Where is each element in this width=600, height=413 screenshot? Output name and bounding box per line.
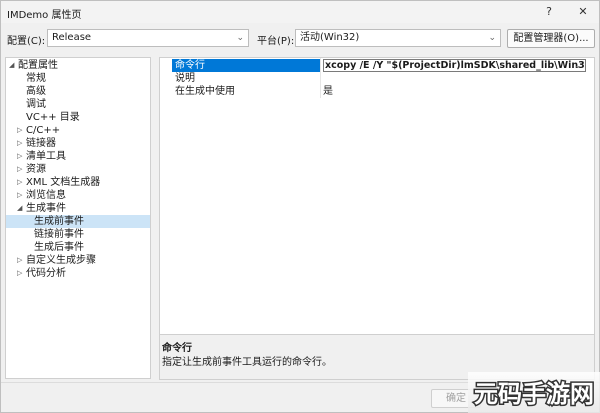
tree-item-resources[interactable]: ▷ 资源 (6, 163, 150, 176)
tree-item-build-events[interactable]: ◢ 生成事件 (6, 202, 150, 215)
collapsed-arrow-icon[interactable]: ▷ (17, 176, 22, 189)
platform-select[interactable]: 活动(Win32) ⌄ (295, 29, 501, 47)
footer-divider (1, 382, 599, 383)
tree-item-browse-info[interactable]: ▷ 浏览信息 (6, 189, 150, 202)
property-pages-dialog: IMDemo 属性页 ? ✕ 配置(C): Release ⌄ 平台(P): 活… (0, 0, 600, 413)
tree-item-label: 链接前事件 (34, 229, 84, 240)
tree-item-debugging[interactable]: 调试 (6, 98, 150, 111)
tree-item-xml-doc-generator[interactable]: ▷ XML 文档生成器 (6, 176, 150, 189)
close-button[interactable]: ✕ (572, 3, 594, 21)
tree-item-label: 链接器 (26, 138, 56, 149)
property-value: xcopy /E /Y "$(ProjectDir)lmSDK\shared_l… (325, 60, 586, 71)
description-text: 指定让生成前事件工具运行的命令行。 (162, 357, 332, 368)
tree-item-label: 配置属性 (18, 60, 58, 71)
collapsed-arrow-icon[interactable]: ▷ (17, 267, 22, 280)
configuration-select[interactable]: Release ⌄ (47, 29, 249, 47)
ok-button[interactable]: 确定 (431, 389, 481, 408)
tree-item-linker[interactable]: ▷ 链接器 (6, 137, 150, 150)
tree-item-label: 生成事件 (26, 203, 66, 214)
collapsed-arrow-icon[interactable]: ▷ (17, 189, 22, 202)
property-value[interactable] (323, 72, 583, 85)
property-row-use-in-build[interactable]: 在生成中使用 是 (160, 85, 594, 98)
tree-item-label: 常规 (26, 73, 46, 84)
tree-item-pre-link-event[interactable]: 链接前事件 (6, 228, 150, 241)
tree-item-label: 调试 (26, 99, 46, 110)
platform-label: 平台(P): (257, 36, 295, 47)
property-name: 说明 (175, 73, 195, 84)
collapsed-arrow-icon[interactable]: ▷ (17, 137, 22, 150)
tree-item-label: XML 文档生成器 (26, 177, 101, 188)
tree-item-general[interactable]: 常规 (6, 72, 150, 85)
description-title: 命令行 (162, 343, 192, 354)
property-value[interactable]: 是 (323, 85, 583, 98)
expanded-arrow-icon[interactable]: ◢ (17, 202, 22, 215)
collapsed-arrow-icon[interactable]: ▷ (17, 163, 22, 176)
title-bar: IMDemo 属性页 ? ✕ (1, 1, 599, 23)
tree-item-vc-directories[interactable]: VC++ 目录 (6, 111, 150, 124)
tree-item-pre-build-event[interactable]: 生成前事件 (6, 215, 150, 228)
collapsed-arrow-icon[interactable]: ▷ (17, 254, 22, 267)
tree-item-label: VC++ 目录 (26, 112, 80, 123)
config-label: 配置(C): (7, 36, 46, 47)
chevron-down-icon: ⌄ (236, 33, 244, 43)
chevron-down-icon[interactable]: ⌄ (574, 60, 581, 71)
tree-item-advanced[interactable]: 高级 (6, 85, 150, 98)
command-line-field[interactable]: xcopy /E /Y "$(ProjectDir)lmSDK\shared_l… (323, 59, 586, 72)
tree-item-label: 生成前事件 (34, 216, 84, 227)
tree-item-code-analysis[interactable]: ▷ 代码分析 (6, 267, 150, 280)
property-grid: 命令行 xcopy /E /Y "$(ProjectDir)lmSDK\shar… (159, 57, 595, 336)
property-name: 命令行 (172, 59, 320, 72)
tree-item-manifest-tool[interactable]: ▷ 清单工具 (6, 150, 150, 163)
tree-item-label: 资源 (26, 164, 46, 175)
configuration-select-value: Release (52, 32, 92, 43)
tree-item-c-cpp[interactable]: ▷ C/C++ (6, 124, 150, 137)
property-tree[interactable]: ◢ 配置属性 常规 高级 调试 VC++ 目录 ▷ C/C++ ▷ 链接器 ▷ … (5, 57, 151, 379)
property-name: 在生成中使用 (175, 86, 235, 97)
tree-item-custom-build-step[interactable]: ▷ 自定义生成步骤 (6, 254, 150, 267)
tree-item-label: C/C++ (26, 125, 61, 136)
window-title: IMDemo 属性页 (7, 10, 82, 21)
tree-item-label: 浏览信息 (26, 190, 66, 201)
expanded-arrow-icon[interactable]: ◢ (9, 59, 14, 72)
property-row-command-line[interactable]: 命令行 xcopy /E /Y "$(ProjectDir)lmSDK\shar… (160, 59, 594, 72)
tree-item-label: 代码分析 (26, 268, 66, 279)
tree-item-label: 生成后事件 (34, 242, 84, 253)
tree-item-post-build-event[interactable]: 生成后事件 (6, 241, 150, 254)
tree-item-label: 高级 (26, 86, 46, 97)
tree-item-label: 自定义生成步骤 (26, 255, 96, 266)
tree-item-label: 清单工具 (26, 151, 66, 162)
description-panel: 命令行 指定让生成前事件工具运行的命令行。 (159, 334, 595, 380)
collapsed-arrow-icon[interactable]: ▷ (17, 124, 22, 137)
collapsed-arrow-icon[interactable]: ▷ (17, 150, 22, 163)
chevron-down-icon: ⌄ (488, 33, 496, 43)
configuration-row: 配置(C): Release ⌄ 平台(P): 活动(Win32) ⌄ 配置管理… (1, 29, 599, 49)
property-row-description[interactable]: 说明 (160, 72, 594, 85)
platform-select-value: 活动(Win32) (300, 32, 360, 43)
configuration-manager-button[interactable]: 配置管理器(O)... (507, 29, 595, 48)
tree-item-config-properties[interactable]: ◢ 配置属性 (6, 59, 150, 72)
help-button[interactable]: ? (538, 3, 560, 21)
